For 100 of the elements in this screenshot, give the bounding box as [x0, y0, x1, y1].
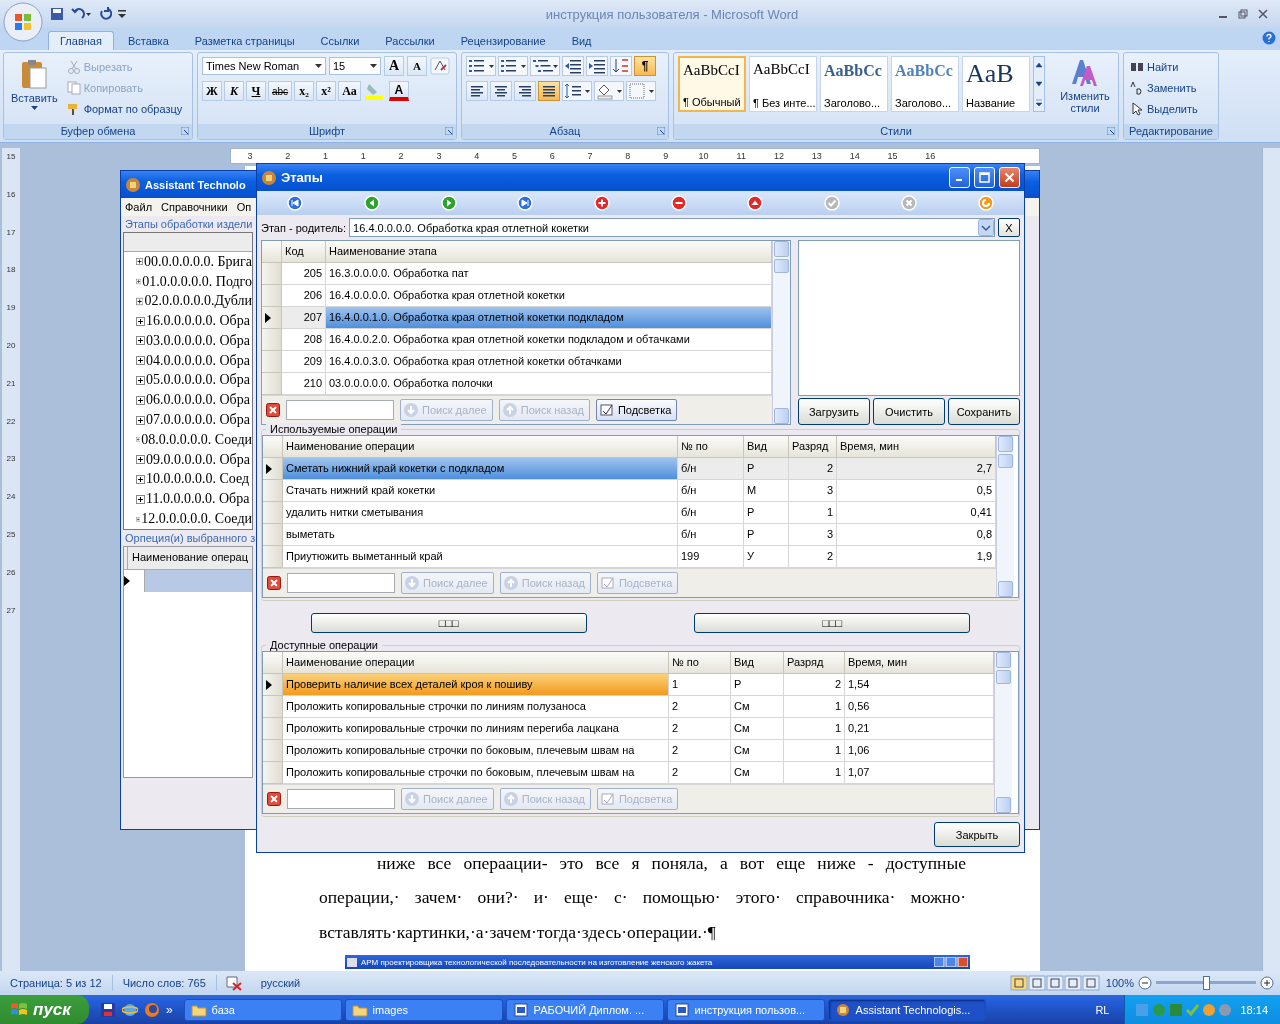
- expand-icon[interactable]: [136, 316, 145, 326]
- tree-item[interactable]: 16.0.0.0.0.0. Обра: [146, 313, 250, 330]
- zoom-in-icon[interactable]: [1260, 976, 1274, 990]
- table-row[interactable]: Приутюжить выметанный край 199 У 2 1,9: [263, 546, 996, 568]
- ribbon-tab[interactable]: Рассылки: [373, 31, 447, 50]
- redo-icon[interactable]: [98, 7, 112, 21]
- move-button[interactable]: □□□: [694, 613, 971, 633]
- zoom-out-icon[interactable]: [1138, 976, 1152, 990]
- style-button[interactable]: AaBbCc Заголово...: [820, 56, 888, 112]
- close-dialog-button[interactable]: Закрыть: [934, 822, 1020, 847]
- table-row[interactable]: Стачать нижний край кокетки б/н М 3 0,5: [263, 480, 996, 502]
- zoom-level[interactable]: 100%: [1105, 977, 1134, 989]
- fill-bucket-icon[interactable]: [594, 81, 624, 101]
- outdent-icon[interactable]: [562, 56, 584, 76]
- view-buttons-icon[interactable]: [1009, 975, 1102, 991]
- tree-item[interactable]: 03.0.0.0.0.0. Обра: [146, 332, 250, 349]
- restore-icon[interactable]: [1238, 9, 1248, 19]
- expand-icon[interactable]: [136, 257, 143, 267]
- font-name-field[interactable]: Times New Roman: [202, 57, 326, 75]
- tree-item[interactable]: 08.0.0.0.0.0. Соеди: [141, 431, 252, 448]
- search-field[interactable]: [287, 789, 395, 809]
- taskbar-button[interactable]: Assistant Technologis...: [827, 998, 986, 1021]
- slider-thumb[interactable]: [1203, 976, 1210, 990]
- search-field[interactable]: [286, 400, 394, 420]
- column-header[interactable]: Вид: [731, 652, 784, 673]
- minus-icon[interactable]: [670, 195, 687, 211]
- browser-icon[interactable]: [121, 1001, 138, 1018]
- format-button[interactable]: x₂: [294, 81, 315, 101]
- expand-icon[interactable]: [136, 336, 145, 346]
- tree-item[interactable]: 04.0.0.0.0.0. Обра: [146, 352, 250, 369]
- maximize-button[interactable]: [974, 167, 995, 188]
- table-row[interactable]: Проложить копировальные строчки по линиям полузаноса 2 См 1 0,56: [263, 696, 994, 718]
- align-button[interactable]: [466, 81, 488, 101]
- tree-item[interactable]: 11.0.0.0.0.0. Обра: [146, 491, 250, 508]
- image-button[interactable]: Очистить: [873, 398, 945, 425]
- start-button[interactable]: пуск: [0, 995, 89, 1024]
- dialog-launcher-icon[interactable]: [1107, 127, 1115, 135]
- style-button[interactable]: AaBbCcI ¶ Обычный: [678, 56, 746, 112]
- tree-item[interactable]: 02.0.0.0.0.0.Дубли: [144, 293, 252, 310]
- table-row[interactable]: Проложить копировальные строчки по линиям перегиба лацкана 2 См 1 0,21: [263, 718, 994, 740]
- column-header[interactable]: Наименование операции: [283, 436, 678, 457]
- tree-item[interactable]: 09.0.0.0.0.0. Обра: [146, 451, 250, 468]
- ribbon-tab[interactable]: Вид: [559, 31, 604, 50]
- format-button[interactable]: x²: [316, 81, 337, 101]
- align-button[interactable]: [538, 81, 560, 101]
- language-label[interactable]: русский: [250, 975, 311, 991]
- scrollbar[interactable]: [1262, 148, 1280, 971]
- back-icon[interactable]: [364, 195, 381, 211]
- close-button[interactable]: [999, 167, 1020, 188]
- tree-item[interactable]: 05.0.0.0.0.0. Обра: [146, 372, 250, 389]
- language-indicator[interactable]: RL: [1095, 1003, 1110, 1016]
- indent-icon[interactable]: [586, 56, 608, 76]
- font-color-button[interactable]: A: [388, 81, 409, 101]
- table-row[interactable]: Проверить наличие всех деталей кроя к пошиву 1 Р 2 1,54: [263, 674, 994, 696]
- table-row[interactable]: 206 16.4.0.0.0.0. Обработка края отлетной кокетки: [262, 285, 772, 307]
- align-button[interactable]: [514, 81, 536, 101]
- image-button[interactable]: Сохранить: [948, 398, 1020, 425]
- style-button[interactable]: AaB Название: [962, 56, 1030, 112]
- table-row[interactable]: 207 16.4.0.0.1.0. Обработка края отлетной кокетки подкладом: [262, 307, 772, 329]
- menu-item[interactable]: Оп: [236, 201, 252, 213]
- close-icon[interactable]: [1258, 9, 1268, 19]
- column-header[interactable]: № по: [678, 436, 744, 457]
- highlight-button[interactable]: Подсветка: [595, 399, 678, 421]
- tree-item[interactable]: 06.0.0.0.0.0. Обра: [146, 392, 250, 409]
- shrink-font-button[interactable]: A: [407, 56, 427, 76]
- column-header[interactable]: Вид: [744, 436, 789, 457]
- ribbon-tab[interactable]: Главная: [48, 31, 114, 50]
- clear-icon[interactable]: [266, 403, 280, 417]
- taskbar-button[interactable]: images: [344, 998, 503, 1021]
- replace-button[interactable]: Заменить: [1128, 77, 1214, 98]
- expand-icon[interactable]: [136, 474, 145, 484]
- table-row[interactable]: Сметать нижний край кокетки с подкладом б/н Р 2 2,7: [263, 458, 996, 480]
- menu-item[interactable]: Справочники: [161, 201, 228, 213]
- parent-stage-dropdown[interactable]: 16.4.0.0.0.0. Обработка края отлетной кокетки: [349, 218, 995, 237]
- skip-forward-icon[interactable]: [517, 195, 534, 211]
- find-button[interactable]: Найти: [1128, 56, 1214, 77]
- column-header[interactable]: Разряд: [784, 652, 845, 673]
- clear-format-icon[interactable]: [430, 57, 450, 75]
- expand-icon[interactable]: [136, 376, 145, 385]
- list-icon[interactable]: [498, 56, 528, 76]
- expand-icon[interactable]: [136, 356, 145, 366]
- tree-item[interactable]: 12.0.0.0.0.0. Соеди: [141, 511, 252, 528]
- style-button[interactable]: AaBbCc Заголово...: [891, 56, 959, 112]
- move-button[interactable]: □□□: [310, 613, 587, 633]
- expand-icon[interactable]: [136, 494, 145, 504]
- font-size-field[interactable]: 15: [329, 57, 381, 75]
- forward-icon[interactable]: [440, 195, 457, 211]
- clear-icon[interactable]: [267, 576, 281, 590]
- format-button[interactable]: Ж: [202, 81, 222, 101]
- save-icon[interactable]: [50, 7, 64, 21]
- expand-icon[interactable]: [136, 395, 145, 405]
- gallery-scroll-icon[interactable]: [1033, 56, 1045, 112]
- menu-item[interactable]: Файл: [125, 201, 153, 213]
- image-button[interactable]: Загрузить: [798, 398, 870, 425]
- search-field[interactable]: [287, 573, 395, 593]
- change-styles-button[interactable]: Изменить стили: [1053, 56, 1117, 121]
- expand-icon[interactable]: [136, 455, 145, 465]
- expand-icon[interactable]: [136, 415, 145, 425]
- plus-icon[interactable]: [594, 195, 611, 211]
- undo-icon[interactable]: [70, 7, 92, 21]
